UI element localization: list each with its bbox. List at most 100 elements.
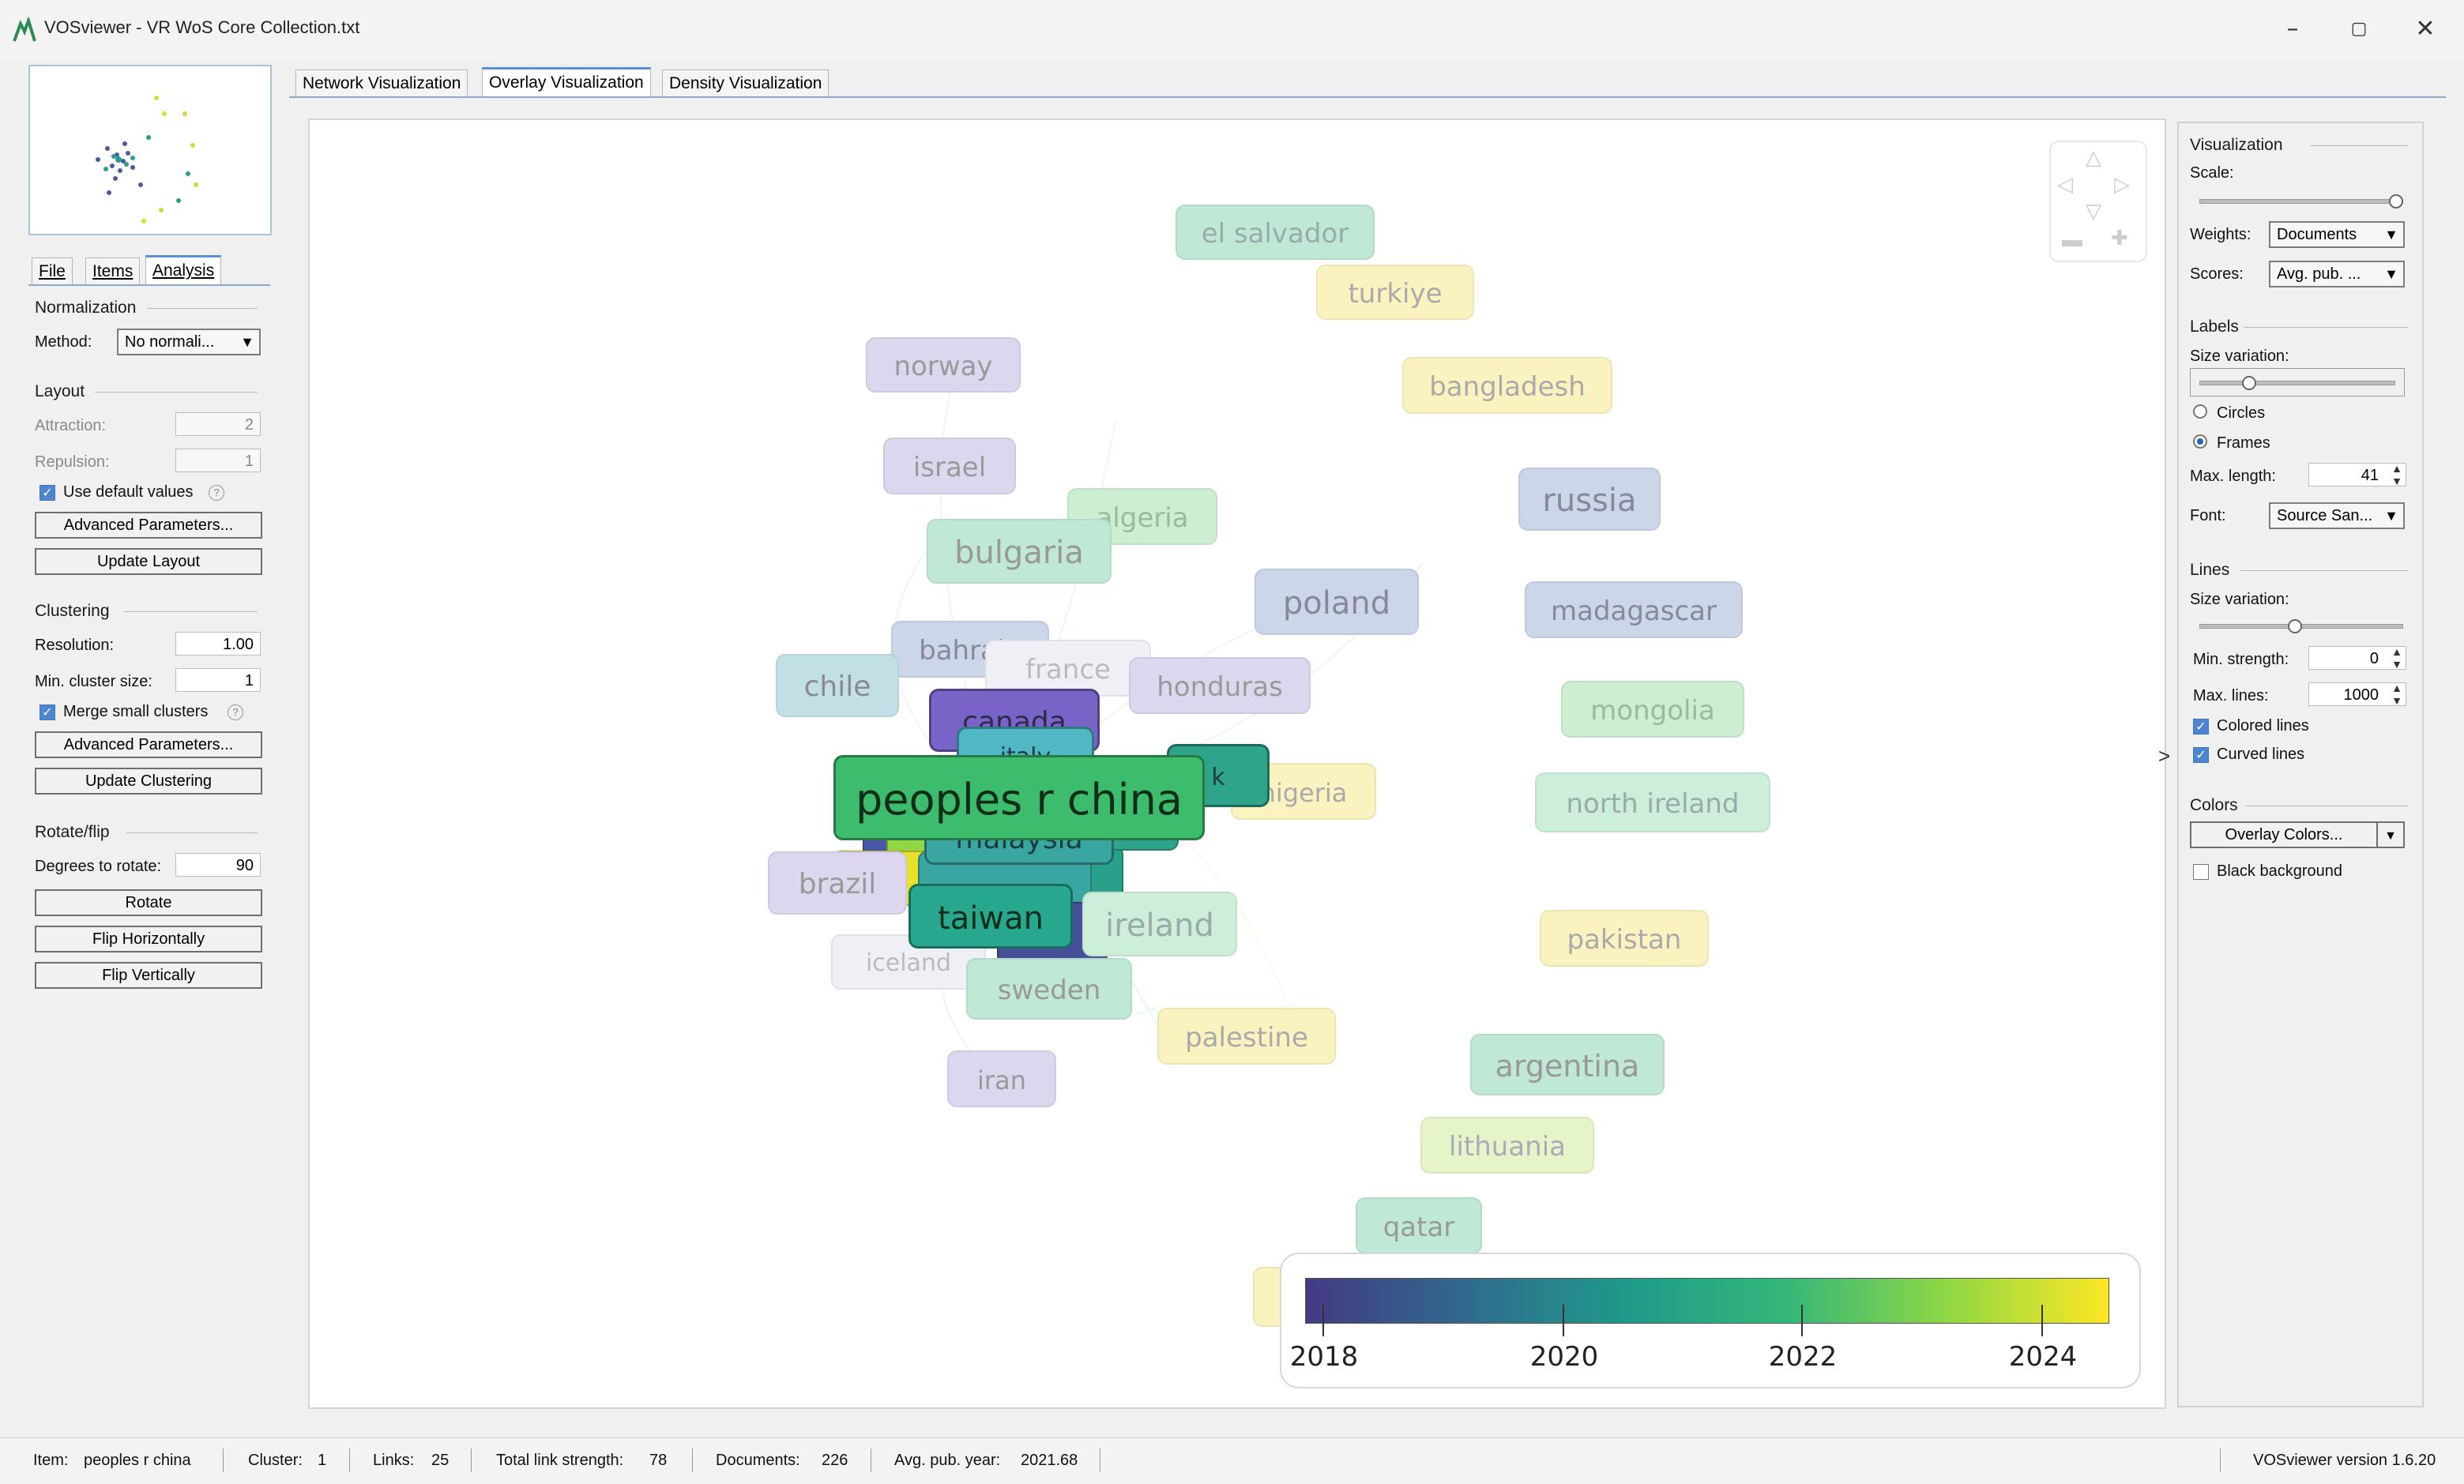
node-iran[interactable]: iran (947, 1050, 1056, 1107)
frames-radio[interactable] (2193, 434, 2207, 449)
attraction-field[interactable]: 2 (175, 412, 261, 436)
pan-down-icon[interactable]: ▽ (2086, 199, 2101, 224)
status-separator (692, 1448, 693, 1472)
node-israel[interactable]: israel (883, 438, 1016, 494)
font-select[interactable]: Source San... ▼ (2269, 502, 2405, 529)
node-mongolia[interactable]: mongolia (1561, 681, 1744, 738)
default-values-checkbox[interactable]: ✓ (39, 485, 55, 501)
overview-map[interactable] (28, 65, 272, 235)
tab-density-visualization[interactable]: Density Visualization (662, 70, 829, 98)
repulsion-field[interactable]: 1 (175, 449, 261, 472)
status-item-value: peoples r china (84, 1452, 191, 1469)
normalization-heading: Normalization (35, 299, 137, 317)
expand-panel-arrow-icon[interactable]: > (2158, 744, 2170, 768)
node-lithuania[interactable]: lithuania (1420, 1117, 1594, 1174)
method-select[interactable]: No normali... ▼ (117, 329, 261, 355)
min-strength-label: Min. strength: (2193, 651, 2289, 668)
flip-vertical-button[interactable]: Flip Vertically (35, 962, 262, 989)
tab-items[interactable]: Items (85, 257, 141, 286)
chevron-down-icon: ▼ (240, 334, 254, 350)
method-label: Method: (35, 333, 92, 351)
line-size-slider-knob[interactable] (2288, 619, 2302, 633)
label-size-slider-knob[interactable] (2242, 376, 2256, 390)
spinner-arrows-icon[interactable]: ▲ ▼ (2391, 462, 2402, 487)
update-clustering-button[interactable]: Update Clustering (35, 768, 262, 795)
flip-horizontal-button[interactable]: Flip Horizontally (35, 926, 262, 952)
node-el-salvador[interactable]: el salvador (1176, 205, 1375, 260)
clustering-advanced-button[interactable]: Advanced Parameters... (35, 731, 262, 758)
node-turkiye[interactable]: turkiye (1316, 265, 1474, 320)
node-russia[interactable]: russia (1518, 468, 1661, 531)
weights-select[interactable]: Documents ▼ (2269, 221, 2405, 248)
legend-year-label: 2022 (1768, 1341, 1838, 1373)
font-label: Font: (2190, 507, 2226, 524)
node-honduras[interactable]: honduras (1129, 657, 1311, 714)
min-cluster-size-field[interactable]: 1 (175, 668, 261, 692)
close-button[interactable]: ✕ (2392, 9, 2458, 49)
node-chile[interactable]: chile (776, 654, 899, 717)
black-background-label: Black background (2217, 862, 2342, 880)
merge-small-clusters-checkbox[interactable]: ✓ (39, 704, 55, 720)
pan-right-icon[interactable]: ▷ (2114, 172, 2130, 197)
min-strength-spinner[interactable]: 0 ▲ ▼ (2308, 645, 2406, 671)
node-bulgaria[interactable]: bulgaria (927, 519, 1112, 584)
node-north-ireland[interactable]: north ireland (1535, 772, 1770, 832)
tab-analysis[interactable]: Analysis (145, 255, 222, 286)
minimize-button[interactable]: – (2259, 9, 2326, 49)
overlay-colors-dropdown[interactable]: ▼ (2376, 821, 2405, 848)
node-argentina[interactable]: argentina (1470, 1034, 1665, 1095)
node-peoples-r-china[interactable]: peoples r china (833, 755, 1205, 840)
max-lines-spinner[interactable]: 1000 ▲ ▼ (2308, 682, 2406, 707)
tab-overlay-visualization[interactable]: Overlay Visualization (482, 67, 651, 97)
node-palestine[interactable]: palestine (1157, 1008, 1336, 1065)
visualization-canvas[interactable]: el salvador turkiye norway bangladesh israel… (308, 118, 2166, 1409)
black-background-checkbox[interactable] (2193, 864, 2209, 880)
colors-heading: Colors (2190, 796, 2238, 814)
node-poland[interactable]: poland (1255, 569, 1419, 635)
lines-size-variation-label: Size variation: (2190, 591, 2289, 608)
restore-button[interactable]: ▢ (2326, 9, 2392, 49)
pan-up-icon[interactable]: △ (2086, 145, 2101, 170)
scores-select[interactable]: Avg. pub. ... ▼ (2269, 261, 2405, 287)
navigation-control[interactable]: △ ◁ ▷ ▽ ▬ ✚ (2049, 141, 2147, 262)
node-brazil[interactable]: brazil (768, 851, 907, 915)
node-pakistan[interactable]: pakistan (1540, 910, 1709, 967)
overlay-colors-button[interactable]: Overlay Colors... (2190, 821, 2378, 848)
status-links-value: 25 (431, 1452, 450, 1469)
label-size-slider[interactable] (2199, 381, 2395, 385)
spinner-arrows-icon[interactable]: ▲ ▼ (2391, 682, 2402, 707)
zoom-in-icon[interactable]: ✚ (2111, 226, 2128, 250)
circles-radio[interactable] (2193, 404, 2207, 419)
overview-thumbnail (96, 96, 198, 224)
curved-lines-checkbox[interactable]: ✓ (2193, 747, 2209, 763)
degrees-field[interactable]: 90 (175, 853, 261, 877)
min-cluster-size-label: Min. cluster size: (35, 673, 152, 690)
node-taiwan[interactable]: taiwan (908, 884, 1073, 949)
tab-network-visualization[interactable]: Network Visualization (295, 70, 468, 98)
node-ireland[interactable]: ireland (1082, 892, 1237, 956)
max-length-spinner[interactable]: 41 ▲ ▼ (2308, 462, 2406, 487)
zoom-out-icon[interactable]: ▬ (2062, 227, 2082, 252)
node-qatar[interactable]: qatar (1356, 1197, 1482, 1254)
scale-slider[interactable] (2199, 199, 2403, 204)
legend-year-label: 2018 (1289, 1341, 1359, 1373)
node-sweden[interactable]: sweden (966, 958, 1132, 1020)
help-icon[interactable]: ? (209, 485, 224, 501)
node-norway[interactable]: norway (866, 337, 1021, 393)
window-title: VOSviewer - VR WoS Core Collection.txt (44, 17, 360, 37)
resolution-field[interactable]: 1.00 (175, 632, 261, 656)
update-layout-button[interactable]: Update Layout (35, 548, 262, 575)
layout-advanced-button[interactable]: Advanced Parameters... (35, 512, 262, 539)
node-madagascar[interactable]: madagascar (1525, 581, 1743, 638)
frames-label: Frames (2217, 434, 2270, 452)
labels-heading: Labels (2190, 317, 2239, 336)
tab-file[interactable]: File (32, 257, 73, 286)
rotate-button[interactable]: Rotate (35, 889, 262, 916)
spinner-arrows-icon[interactable]: ▲ ▼ (2391, 645, 2402, 671)
weights-label: Weights: (2190, 226, 2251, 243)
scale-slider-knob[interactable] (2389, 194, 2403, 209)
pan-left-icon[interactable]: ◁ (2057, 172, 2073, 197)
colored-lines-checkbox[interactable]: ✓ (2193, 719, 2209, 734)
node-bangladesh[interactable]: bangladesh (1402, 357, 1612, 414)
help-icon[interactable]: ? (228, 704, 243, 720)
